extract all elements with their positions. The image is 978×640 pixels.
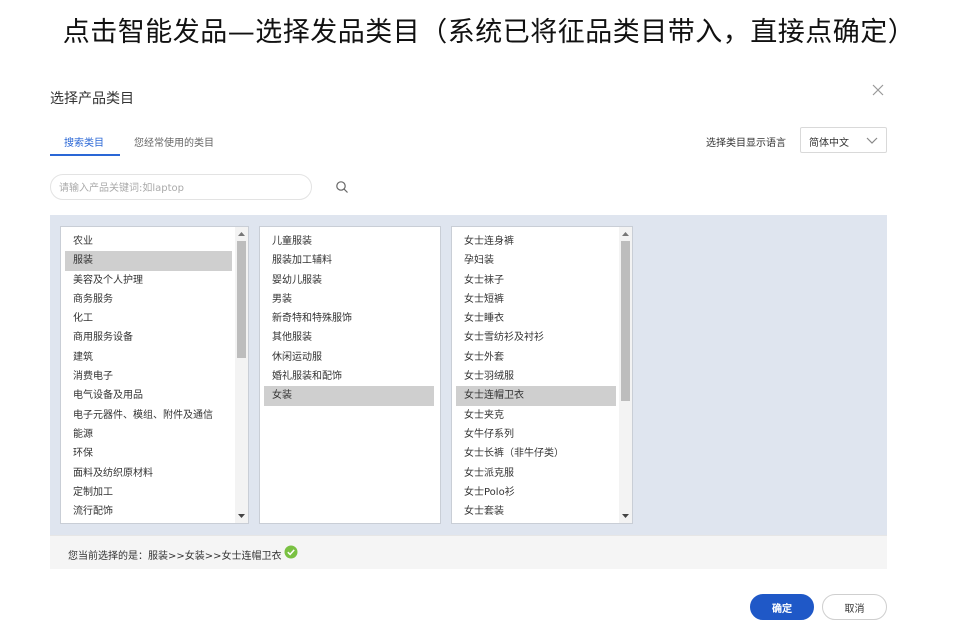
check-circle-icon	[284, 545, 298, 559]
category-list-item[interactable]: 服装加工辅料	[260, 251, 434, 270]
instruction-banner: 点击智能发品—选择发品类目（系统已将征品类目带入，直接点确定）	[62, 17, 916, 48]
category-list-item[interactable]: 电气设备及用品	[61, 386, 232, 405]
category-list-item[interactable]: 流行配饰	[61, 502, 232, 521]
chevron-down-icon	[866, 137, 878, 144]
category-list-item[interactable]: 新奇特和特殊服饰	[260, 309, 434, 328]
category-dialog: 选择产品类目 搜索类目 您经常使用的类目 选择类目显示语言 简体中文 农业服装美…	[0, 70, 978, 640]
category-list-level3: 女士连身裤 孕妇装 女士袜子 女士短裤 女士睡衣 女士雪纺衫及衬衫 女士外套 女士羽绒服 女士连…	[452, 227, 632, 523]
dialog-title: 选择产品类目	[50, 91, 134, 107]
category-list-level2: 儿童服装 服装加工辅料 婴幼儿服装 男装 新奇特和特殊服饰 其他服装 休闲运动服 婚礼服装和配…	[260, 227, 440, 523]
triangle-down-icon	[238, 514, 245, 518]
category-list-item[interactable]: 女士短裤	[452, 290, 616, 309]
triangle-down-icon	[622, 514, 629, 518]
triangle-up-icon	[622, 232, 629, 236]
category-list-item-selected[interactable]: 女装	[264, 386, 434, 406]
category-list-item[interactable]: 消费电子	[61, 367, 232, 386]
category-list-item[interactable]: 女士连身裤	[452, 232, 616, 251]
scroll-up-button[interactable]	[621, 229, 630, 239]
category-list-item-selected[interactable]: 女士连帽卫衣	[456, 386, 616, 406]
category-list-item[interactable]: 女士睡衣	[452, 309, 616, 328]
category-list-item[interactable]: 女士西装	[452, 521, 616, 523]
category-list-item[interactable]: 农业	[61, 232, 232, 251]
scroll-down-button[interactable]	[237, 511, 246, 521]
category-list-item[interactable]: 女士套装	[452, 502, 616, 521]
scrollbar-level3[interactable]	[619, 227, 632, 523]
scroll-down-button[interactable]	[621, 511, 630, 521]
current-selection-label: 您当前选择的是：	[68, 551, 148, 562]
category-list-item[interactable]: 环保	[61, 444, 232, 463]
category-list-item[interactable]: 休闲运动服	[260, 348, 434, 367]
product-keyword-input[interactable]	[59, 179, 279, 197]
category-list-item[interactable]: 商务服务	[61, 290, 232, 309]
category-list-item[interactable]: 美容及个人护理	[61, 271, 232, 290]
scroll-thumb[interactable]	[237, 241, 246, 358]
category-list-item[interactable]: 商用服务设备	[61, 328, 232, 347]
category-columns-panel: 农业 服装 美容及个人护理 商务服务 化工 商用服务设备 建筑 消费电子 电气设备及用品 电子元器…	[50, 215, 887, 535]
category-list-item[interactable]: 面料及纺织原材料	[61, 464, 232, 483]
category-list-item[interactable]: 其他服装	[260, 328, 434, 347]
category-list-item[interactable]: 女士雪纺衫及衬衫	[452, 328, 616, 347]
scroll-thumb[interactable]	[621, 241, 630, 401]
language-select[interactable]: 简体中文	[800, 127, 887, 153]
category-list-item[interactable]: 能源	[61, 425, 232, 444]
category-list-item[interactable]: 女士派克服	[452, 464, 616, 483]
close-button[interactable]	[868, 80, 888, 100]
category-column-level2: 儿童服装 服装加工辅料 婴幼儿服装 男装 新奇特和特殊服饰 其他服装 休闲运动服 婚礼服装和配…	[259, 226, 441, 524]
category-list-item[interactable]: 女士外套	[452, 348, 616, 367]
category-column-level3: 女士连身裤 孕妇装 女士袜子 女士短裤 女士睡衣 女士雪纺衫及衬衫 女士外套 女士羽绒服 女士连…	[451, 226, 633, 524]
language-label: 选择类目显示语言	[706, 138, 786, 149]
category-column-level1: 农业 服装 美容及个人护理 商务服务 化工 商用服务设备 建筑 消费电子 电气设备及用品 电子元器…	[60, 226, 249, 524]
active-tab-indicator	[50, 154, 120, 156]
category-list-item[interactable]: 女士长裤（非牛仔类）	[452, 444, 616, 463]
tab-search-category[interactable]: 搜索类目	[64, 134, 104, 149]
search-icon[interactable]	[335, 180, 349, 194]
current-selection-path: 服装>>女装>>女士连帽卫衣	[148, 551, 282, 562]
close-icon	[872, 84, 884, 96]
category-list-item[interactable]: 化工	[61, 309, 232, 328]
category-list-item[interactable]: 孕妇装	[452, 251, 616, 270]
language-selected-value: 简体中文	[809, 138, 849, 149]
category-list-item[interactable]: 女士夹克	[452, 406, 616, 425]
category-list-item[interactable]: 女士羽绒服	[452, 367, 616, 386]
category-list-level1: 农业 服装 美容及个人护理 商务服务 化工 商用服务设备 建筑 消费电子 电气设备及用品 电子元器…	[61, 227, 248, 523]
category-list-item[interactable]: 女士Polo衫	[452, 483, 616, 502]
category-list-item-selected[interactable]: 服装	[65, 251, 232, 271]
category-list-item[interactable]: 儿童服装	[260, 232, 434, 251]
current-selection-text: 您当前选择的是：服装>>女装>>女士连帽卫衣	[68, 547, 282, 562]
scroll-up-button[interactable]	[237, 229, 246, 239]
triangle-up-icon	[238, 232, 245, 236]
category-list-item[interactable]: 婚礼服装和配饰	[260, 367, 434, 386]
cancel-button[interactable]: 取消	[822, 594, 887, 620]
category-list-item[interactable]: 婴幼儿服装	[260, 271, 434, 290]
category-list-item[interactable]: 食品及饮料	[61, 521, 232, 523]
category-list-item[interactable]: 定制加工	[61, 483, 232, 502]
tab-frequent-category[interactable]: 您经常使用的类目	[134, 134, 214, 149]
category-list-item[interactable]: 电子元器件、模组、附件及通信	[61, 406, 232, 425]
confirm-button[interactable]: 确定	[750, 594, 814, 620]
category-list-item[interactable]: 男装	[260, 290, 434, 309]
current-selection-bar: 您当前选择的是：服装>>女装>>女士连帽卫衣	[50, 535, 887, 569]
search-box	[50, 174, 348, 200]
scrollbar-level1[interactable]	[235, 227, 248, 523]
category-list-item[interactable]: 女牛仔系列	[452, 425, 616, 444]
category-list-item[interactable]: 女士袜子	[452, 271, 616, 290]
category-list-item[interactable]: 建筑	[61, 348, 232, 367]
